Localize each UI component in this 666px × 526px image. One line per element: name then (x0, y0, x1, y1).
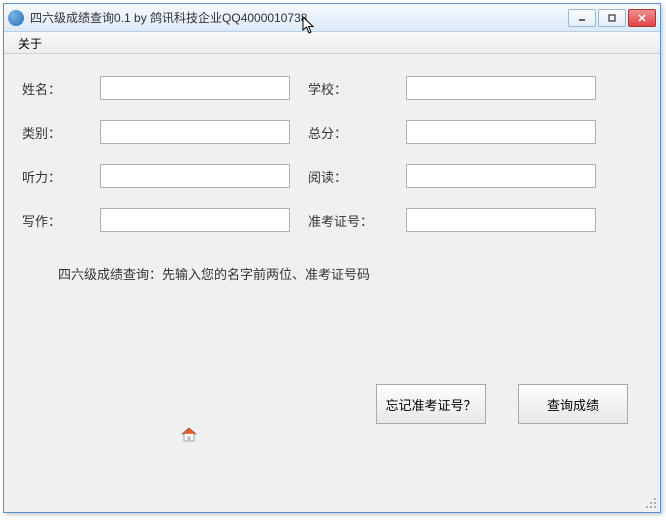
listening-input[interactable] (100, 164, 290, 188)
query-score-button[interactable]: 查询成绩 (518, 384, 628, 424)
category-input[interactable] (100, 120, 290, 144)
button-row: 忘记准考证号？ 查询成绩 (376, 384, 628, 424)
close-button[interactable] (628, 9, 656, 27)
resize-grip[interactable] (644, 496, 658, 510)
hint-text: 四六级成绩查询：先输入您的名字前两位、准考证号码 (58, 264, 642, 283)
name-input[interactable] (100, 76, 290, 100)
window-controls (568, 9, 656, 27)
form-grid: 姓名： 学校： 类别： 总分： 听力： 阅读： 写作： 准考证号： (22, 76, 642, 232)
label-writing: 写作： (22, 211, 82, 230)
maximize-button[interactable] (598, 9, 626, 27)
label-reading: 阅读： (308, 167, 388, 186)
minimize-button[interactable] (568, 9, 596, 27)
total-input[interactable] (406, 120, 596, 144)
label-ticket: 准考证号： (308, 211, 388, 230)
titlebar[interactable]: 四六级成绩查询0.1 by 鸽讯科技企业QQ4000010738 (4, 4, 660, 32)
home-icon[interactable] (180, 426, 198, 444)
app-window: 四六级成绩查询0.1 by 鸽讯科技企业QQ4000010738 关于 姓名： … (3, 3, 661, 513)
writing-input[interactable] (100, 208, 290, 232)
maximize-icon (607, 13, 617, 23)
label-total: 总分： (308, 123, 388, 142)
reading-input[interactable] (406, 164, 596, 188)
label-category: 类别： (22, 123, 82, 142)
forgot-ticket-button[interactable]: 忘记准考证号？ (376, 384, 486, 424)
label-name: 姓名： (22, 79, 82, 98)
menu-about[interactable]: 关于 (10, 32, 50, 55)
minimize-icon (577, 13, 587, 23)
menubar: 关于 (4, 32, 660, 54)
app-icon (8, 10, 24, 26)
client-area: 姓名： 学校： 类别： 总分： 听力： 阅读： 写作： 准考证号： 四六级成绩查… (4, 54, 660, 512)
label-school: 学校： (308, 79, 388, 98)
school-input[interactable] (406, 76, 596, 100)
ticket-input[interactable] (406, 208, 596, 232)
window-title: 四六级成绩查询0.1 by 鸽讯科技企业QQ4000010738 (30, 9, 568, 26)
label-listening: 听力： (22, 167, 82, 186)
close-icon (637, 13, 647, 23)
